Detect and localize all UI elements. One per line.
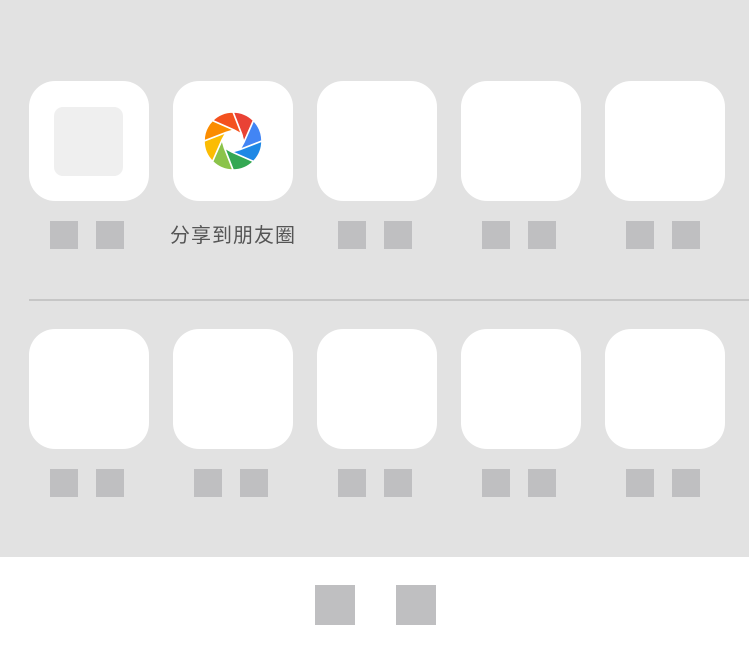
aperture-center bbox=[223, 131, 243, 151]
share-item-tile[interactable] bbox=[317, 81, 437, 201]
action-item[interactable] bbox=[461, 329, 581, 499]
action-item-tile[interactable] bbox=[317, 329, 437, 449]
share-item-tile[interactable] bbox=[461, 81, 581, 201]
label-placeholder-block bbox=[482, 221, 510, 249]
label-placeholder-block bbox=[626, 469, 654, 497]
label-placeholder-block bbox=[384, 221, 412, 249]
action-item[interactable] bbox=[29, 329, 149, 499]
label-placeholder-block bbox=[338, 469, 366, 497]
share-row: 分享到朋友圈 bbox=[29, 81, 749, 271]
action-item[interactable] bbox=[173, 329, 293, 499]
share-item-tile[interactable] bbox=[605, 81, 725, 201]
share-item-tile[interactable] bbox=[29, 81, 149, 201]
label-placeholder-block bbox=[482, 469, 510, 497]
action-item-label-placeholder bbox=[482, 469, 562, 497]
label-placeholder-block bbox=[338, 221, 366, 249]
moments-aperture-icon bbox=[203, 111, 263, 171]
label-placeholder-block bbox=[96, 469, 124, 497]
action-item[interactable] bbox=[317, 329, 437, 499]
action-item-tile[interactable] bbox=[173, 329, 293, 449]
action-item-label-placeholder bbox=[194, 469, 274, 497]
cancel-label-placeholder-block bbox=[315, 585, 355, 625]
share-sheet: 分享到朋友圈 bbox=[0, 0, 749, 557]
share-item-label-placeholder bbox=[482, 221, 562, 249]
label-placeholder-block bbox=[528, 221, 556, 249]
share-to-moments-tile[interactable] bbox=[173, 81, 293, 201]
action-item-label-placeholder bbox=[626, 469, 706, 497]
share-item-label-placeholder bbox=[50, 221, 130, 249]
action-item-tile[interactable] bbox=[605, 329, 725, 449]
share-item[interactable] bbox=[317, 81, 437, 251]
action-item-label-placeholder bbox=[338, 469, 418, 497]
label-placeholder-block bbox=[96, 221, 124, 249]
label-placeholder-block bbox=[240, 469, 268, 497]
action-item-tile[interactable] bbox=[461, 329, 581, 449]
share-to-moments-item[interactable]: 分享到朋友圈 bbox=[170, 81, 295, 251]
label-placeholder-block bbox=[672, 469, 700, 497]
label-placeholder-block bbox=[384, 469, 412, 497]
action-item-label-placeholder bbox=[50, 469, 130, 497]
share-to-moments-label: 分享到朋友圈 bbox=[170, 223, 296, 247]
label-placeholder-block bbox=[194, 469, 222, 497]
share-item-label-placeholder bbox=[338, 221, 418, 249]
cancel-label-placeholder-block bbox=[396, 585, 436, 625]
cancel-button[interactable] bbox=[315, 585, 437, 625]
action-row bbox=[29, 329, 749, 519]
row-divider bbox=[29, 299, 749, 301]
share-item-label-placeholder bbox=[626, 221, 706, 249]
label-placeholder-block bbox=[672, 221, 700, 249]
label-placeholder-block bbox=[626, 221, 654, 249]
share-item[interactable] bbox=[605, 81, 725, 251]
label-placeholder-block bbox=[50, 469, 78, 497]
action-item[interactable] bbox=[605, 329, 725, 499]
share-item[interactable] bbox=[29, 81, 149, 251]
action-item-tile[interactable] bbox=[29, 329, 149, 449]
share-item[interactable] bbox=[461, 81, 581, 251]
label-placeholder-block bbox=[528, 469, 556, 497]
app-placeholder-icon bbox=[54, 107, 123, 176]
label-placeholder-block bbox=[50, 221, 78, 249]
